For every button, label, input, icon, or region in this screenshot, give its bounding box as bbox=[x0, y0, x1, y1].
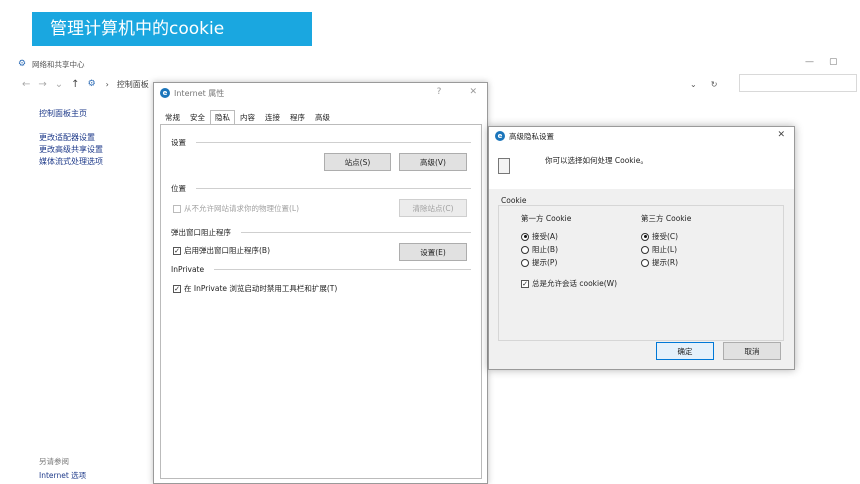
tab-strip: 常规 安全 隐私 内容 连接 程序 高级 bbox=[160, 110, 335, 125]
left-nav-item-adapter[interactable]: 更改适配器设置 bbox=[39, 132, 103, 144]
third-party-prompt-row[interactable]: 提示(R) bbox=[641, 257, 678, 268]
tab-programs[interactable]: 程序 bbox=[285, 110, 310, 124]
popup-checkbox[interactable]: ✓ bbox=[173, 246, 181, 255]
third-party-accept-row[interactable]: 接受(C) bbox=[641, 231, 678, 242]
first-party-accept-row[interactable]: 接受(A) bbox=[521, 231, 558, 242]
first-party-block-radio[interactable] bbox=[521, 245, 529, 254]
first-party-prompt-row[interactable]: 提示(P) bbox=[521, 257, 557, 268]
first-party-prompt-radio[interactable] bbox=[521, 258, 529, 267]
breadcrumb-separator: › bbox=[105, 79, 109, 89]
third-party-block-row[interactable]: 阻止(L) bbox=[641, 244, 677, 255]
session-cookie-label: 总是允许会话 cookie(W) bbox=[532, 279, 617, 288]
inprivate-label: InPrivate bbox=[171, 265, 205, 274]
inprivate-section: InPrivate bbox=[171, 265, 471, 274]
forward-arrow-icon[interactable]: → bbox=[38, 79, 46, 90]
slide-title-banner: 管理计算机中的cookie bbox=[32, 12, 312, 46]
advanced-dialog-header: 你可以选择如何处理 Cookie。 bbox=[489, 145, 794, 189]
first-party-accept-radio[interactable] bbox=[521, 232, 529, 241]
internet-explorer-icon: e bbox=[160, 88, 170, 98]
third-party-block-radio[interactable] bbox=[641, 245, 649, 254]
privacy-tab-panel: 设置 站点(S) 高级(V) 位置 从不允许网站请求你的物理位置(L) 清除站点… bbox=[160, 124, 482, 479]
left-navigation: 控制面板主页 更改适配器设置 更改高级共享设置 媒体流式处理选项 bbox=[39, 108, 103, 168]
left-nav-item-streaming[interactable]: 媒体流式处理选项 bbox=[39, 156, 103, 168]
info-text: 你可以选择如何处理 Cookie。 bbox=[545, 156, 648, 165]
advanced-dialog-title: 高级隐私设置 bbox=[509, 131, 554, 141]
advanced-button[interactable]: 高级(V) bbox=[399, 153, 467, 171]
cookie-group-box: 第一方 Cookie 第三方 Cookie 接受(A) 阻止(B) 提示(P) … bbox=[498, 205, 784, 341]
first-party-block-row[interactable]: 阻止(B) bbox=[521, 244, 558, 255]
popup-label: 弹出窗口阻止程序 bbox=[171, 228, 231, 237]
up-arrow-icon[interactable]: ↑ bbox=[71, 79, 79, 90]
control-panel-home-link[interactable]: 控制面板主页 bbox=[39, 108, 103, 120]
inprivate-checkbox[interactable]: ✓ bbox=[173, 284, 181, 293]
popup-checkbox-row: ✓ 启用弹出窗口阻止程序(B) bbox=[173, 245, 270, 256]
first-party-accept-label: 接受(A) bbox=[532, 232, 558, 241]
breadcrumb-control-panel[interactable]: 控制面板 bbox=[117, 79, 149, 90]
third-party-prompt-label: 提示(R) bbox=[652, 258, 679, 267]
address-dropdown-icon[interactable]: ⌄ bbox=[690, 80, 697, 89]
network-center-icon: ⚙ bbox=[18, 58, 27, 69]
cookie-group-label: Cookie bbox=[501, 196, 527, 205]
recent-locations-icon[interactable]: ⌄ bbox=[55, 79, 63, 90]
internet-explorer-icon: e bbox=[495, 131, 505, 141]
location-checkbox-label: 从不允许网站请求你的物理位置(L) bbox=[184, 204, 300, 213]
popup-section: 弹出窗口阻止程序 bbox=[171, 227, 471, 238]
third-party-heading: 第三方 Cookie bbox=[641, 214, 692, 223]
see-also-title: 另请参阅 bbox=[39, 457, 69, 466]
tab-privacy[interactable]: 隐私 bbox=[210, 110, 235, 125]
settings-section: 设置 bbox=[171, 137, 471, 148]
close-icon[interactable]: ✕ bbox=[777, 130, 785, 140]
third-party-accept-radio[interactable] bbox=[641, 232, 649, 241]
first-party-block-label: 阻止(B) bbox=[532, 245, 558, 254]
internet-options-link[interactable]: Internet 选项 bbox=[39, 470, 86, 481]
close-icon[interactable]: ✕ bbox=[469, 87, 477, 97]
refresh-icon[interactable]: ↻ bbox=[711, 80, 718, 89]
third-party-prompt-radio[interactable] bbox=[641, 258, 649, 267]
session-cookie-row: ✓ 总是允许会话 cookie(W) bbox=[521, 278, 617, 289]
popup-settings-button[interactable]: 设置(E) bbox=[399, 243, 467, 261]
session-cookie-checkbox[interactable]: ✓ bbox=[521, 279, 529, 288]
window-title: 网络和共享中心 bbox=[32, 59, 85, 69]
back-arrow-icon[interactable]: ← bbox=[22, 79, 30, 90]
ok-button[interactable]: 确定 bbox=[656, 342, 714, 360]
search-input[interactable] bbox=[739, 74, 857, 92]
first-party-prompt-label: 提示(P) bbox=[532, 258, 558, 267]
maximize-button[interactable]: ▢ bbox=[829, 57, 838, 67]
inprivate-checkbox-label: 在 InPrivate 浏览启动时禁用工具栏和扩展(T) bbox=[184, 284, 338, 293]
minimize-button[interactable]: — bbox=[805, 57, 814, 67]
sites-button[interactable]: 站点(S) bbox=[324, 153, 391, 171]
advanced-privacy-dialog: e 高级隐私设置 ✕ 你可以选择如何处理 Cookie。 Cookie 第一方 … bbox=[488, 126, 795, 370]
popup-checkbox-label: 启用弹出窗口阻止程序(B) bbox=[184, 246, 270, 255]
third-party-accept-label: 接受(C) bbox=[652, 232, 679, 241]
tab-general[interactable]: 常规 bbox=[160, 110, 185, 124]
address-bar-controls: ⌄ ↻ bbox=[690, 75, 717, 93]
location-checkbox[interactable] bbox=[173, 204, 181, 213]
tab-connections[interactable]: 连接 bbox=[260, 110, 285, 124]
first-party-heading: 第一方 Cookie bbox=[521, 214, 572, 223]
dialog-title: Internet 属性 bbox=[174, 88, 225, 98]
tab-security[interactable]: 安全 bbox=[185, 110, 210, 124]
tab-advanced[interactable]: 高级 bbox=[310, 110, 335, 124]
left-nav-item-sharing[interactable]: 更改高级共享设置 bbox=[39, 144, 103, 156]
inprivate-checkbox-row: ✓ 在 InPrivate 浏览启动时禁用工具栏和扩展(T) bbox=[173, 283, 337, 294]
location-label: 位置 bbox=[171, 184, 186, 193]
slide-title: 管理计算机中的cookie bbox=[50, 19, 225, 39]
location-section: 位置 bbox=[171, 183, 471, 194]
clear-sites-button[interactable]: 清除站点(C) bbox=[399, 199, 467, 217]
help-button[interactable]: ? bbox=[437, 87, 442, 97]
settings-label: 设置 bbox=[171, 138, 186, 147]
third-party-block-label: 阻止(L) bbox=[652, 245, 678, 254]
location-checkbox-row: 从不允许网站请求你的物理位置(L) bbox=[173, 203, 299, 214]
cancel-button[interactable]: 取消 bbox=[723, 342, 781, 360]
window-title-bar: ⚙ 网络和共享中心 bbox=[18, 57, 85, 71]
cookie-document-icon bbox=[498, 158, 510, 174]
advanced-dialog-titlebar: e 高级隐私设置 bbox=[489, 127, 794, 145]
control-panel-icon: ⚙ bbox=[87, 78, 96, 89]
internet-properties-dialog: e Internet 属性 ? ✕ 常规 安全 隐私 内容 连接 程序 高级 设… bbox=[153, 82, 488, 484]
tab-content[interactable]: 内容 bbox=[235, 110, 260, 124]
